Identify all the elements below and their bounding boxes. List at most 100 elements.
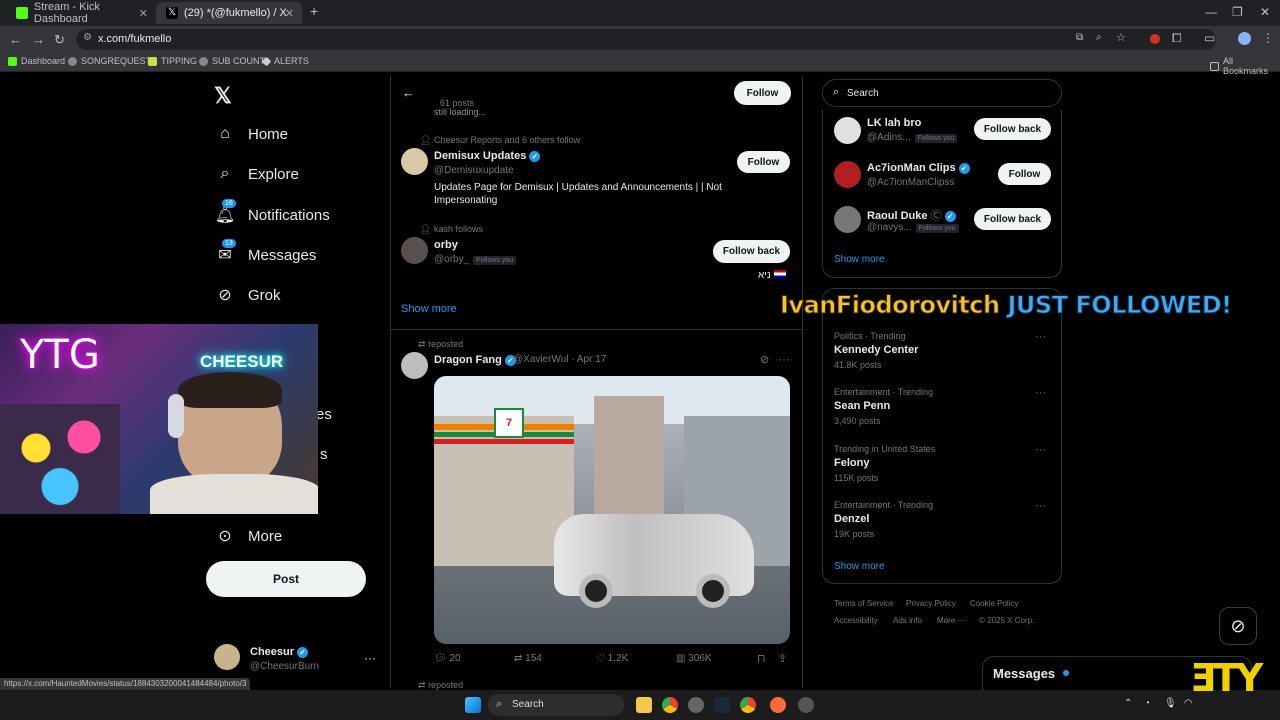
chrome-icon[interactable]	[740, 697, 756, 713]
user-name[interactable]: Ac7ionMan Clips ✓	[867, 162, 970, 174]
menu-icon[interactable]: ⋮	[1262, 31, 1274, 45]
trend-item[interactable]: Trending in United States Felony 115K post…	[834, 444, 1054, 483]
nav-partial-label[interactable]: s	[320, 446, 328, 463]
obs-icon[interactable]	[770, 697, 786, 713]
grok-icon[interactable]: ⊘	[760, 353, 769, 366]
extension-icon[interactable]	[1150, 34, 1160, 44]
profile-avatar[interactable]	[1238, 32, 1251, 45]
account-name[interactable]: Cheesur ✓	[250, 646, 309, 658]
post-button[interactable]: Post	[206, 561, 366, 597]
show-more-link[interactable]: Show more	[834, 254, 885, 265]
more-options-icon[interactable]: ···	[1035, 331, 1046, 343]
nav-explore[interactable]: ⌕ Explore	[214, 165, 299, 183]
avatar[interactable]	[401, 237, 428, 264]
chevron-up-icon[interactable]: ⌃	[1124, 698, 1132, 709]
user-name[interactable]: LK lah bro	[867, 117, 921, 129]
url-text[interactable]: x.com/fukmello	[98, 33, 171, 45]
bookmark-alerts[interactable]: ALERTS	[261, 56, 309, 66]
close-window-icon[interactable]: ✕	[1260, 5, 1270, 19]
all-bookmarks[interactable]: All Bookmarks	[1210, 56, 1280, 76]
nav-home[interactable]: ⌂ Home	[214, 125, 288, 143]
nav-grok[interactable]: ⊘ Grok	[214, 285, 280, 305]
close-icon[interactable]: ✕	[139, 7, 148, 20]
back-arrow-icon[interactable]: ←	[402, 85, 415, 100]
post-image[interactable]: 7	[434, 376, 790, 644]
install-icon[interactable]: ⧉	[1076, 32, 1083, 43]
footer-link[interactable]: Accessibility	[834, 616, 878, 625]
mic-icon[interactable]: 🎙︎	[1164, 698, 1177, 709]
more-options-icon[interactable]: ···	[1035, 387, 1046, 399]
footer-link[interactable]: Ads info	[893, 616, 922, 625]
tab-kick-dashboard[interactable]: Stream - Kick Dashboard ✕	[6, 1, 156, 25]
taskbar-search[interactable]: ⌕ Search	[488, 694, 624, 716]
grok-icon[interactable]: ⊘	[1219, 607, 1257, 645]
sidepanel-icon[interactable]: ▭	[1204, 31, 1215, 45]
star-icon[interactable]: ☆	[1116, 31, 1126, 44]
avatar[interactable]	[834, 161, 861, 188]
nav-notifications[interactable]: 🔔︎ 16 Notifications	[214, 199, 330, 225]
like-button[interactable]: ♡ 1.2K	[596, 653, 628, 664]
more-options-icon[interactable]: ···	[1035, 500, 1046, 512]
avatar[interactable]	[834, 206, 861, 233]
zoom-icon[interactable]: ⌕	[1096, 32, 1102, 43]
follow-back-button[interactable]: Follow back	[974, 208, 1051, 230]
repost-button[interactable]: ⇄ 154	[514, 653, 542, 664]
avatar[interactable]	[401, 352, 428, 379]
user-name[interactable]: Demisux Updates ✓	[434, 150, 541, 162]
reply-button[interactable]: 💬︎ 20	[434, 653, 461, 664]
author-name[interactable]: Dragon Fang ✓	[434, 354, 516, 366]
trend-item[interactable]: Politics · Trending Kennedy Center 41.8K p…	[834, 331, 1054, 370]
close-icon[interactable]: ✕	[285, 7, 294, 20]
avatar[interactable]	[401, 148, 428, 175]
search-input[interactable]: ⌕ Search	[822, 79, 1062, 107]
settings-icon[interactable]	[798, 697, 814, 713]
puzzle-icon[interactable]: ⧠	[1172, 31, 1182, 46]
network-icon[interactable]: ◔	[1144, 698, 1150, 709]
follow-back-button[interactable]: Follow back	[713, 240, 790, 263]
file-explorer-icon[interactable]	[636, 697, 652, 713]
bookmark-dashboard[interactable]: Dashboard	[8, 56, 65, 66]
more-options-icon[interactable]: ···	[1035, 444, 1046, 456]
minimize-icon[interactable]: —	[1205, 5, 1217, 19]
nav-more[interactable]: ⊙ More	[214, 526, 282, 546]
app-icon[interactable]	[688, 697, 704, 713]
tab-x-profile[interactable]: 𝕏 (29) *(@fukmello) / X ✕	[156, 2, 302, 24]
footer-more-link[interactable]: More ···	[937, 616, 965, 625]
views-button[interactable]: ▥ 306K	[676, 653, 712, 664]
follow-button[interactable]: Follow	[737, 151, 790, 173]
show-more-link[interactable]: Show more	[401, 303, 457, 315]
show-more-link[interactable]: Show more	[834, 561, 885, 572]
maximize-icon[interactable]: ❐	[1232, 5, 1243, 19]
follow-button[interactable]: Follow	[998, 163, 1051, 185]
follow-button[interactable]: Follow	[734, 81, 791, 105]
reload-icon[interactable]: ↻	[54, 32, 65, 48]
avatar[interactable]	[834, 117, 861, 144]
bookmark-sub-count[interactable]: SUB COUNT	[199, 56, 265, 66]
address-bar[interactable]: ⚙ x.com/fukmello ⧉ ⌕ ☆	[76, 29, 1216, 50]
new-tab-icon[interactable]: +	[310, 3, 318, 19]
x-logo-icon[interactable]: 𝕏	[214, 83, 232, 109]
windows-start-icon[interactable]	[465, 697, 481, 713]
bookmark-icon[interactable]: ⊓	[757, 652, 766, 665]
footer-link[interactable]: Cookie Policy	[970, 599, 1018, 608]
user-name[interactable]: orby	[434, 239, 458, 251]
steam-icon[interactable]	[714, 697, 730, 713]
trend-item[interactable]: Entertainment · Trending Denzel 19K posts ·…	[834, 500, 1054, 539]
bookmark-tipping[interactable]: TIPPING	[148, 56, 197, 66]
user-name[interactable]: Raoul Duke Ⓒ ✓	[867, 207, 956, 223]
account-menu-icon[interactable]: ···	[364, 651, 376, 665]
share-icon[interactable]: ⇪	[778, 652, 787, 665]
nav-partial-label[interactable]: es	[316, 406, 332, 423]
more-options-icon[interactable]: ···	[778, 352, 790, 366]
follow-back-button[interactable]: Follow back	[974, 118, 1051, 140]
trend-item[interactable]: Entertainment · Trending Sean Penn 3,490 p…	[834, 387, 1054, 426]
chrome-icon[interactable]	[662, 697, 678, 713]
avatar[interactable]	[214, 644, 240, 670]
bookmark-songrequests[interactable]: SONGREQUESTS	[68, 56, 157, 66]
forward-icon[interactable]: →	[32, 32, 45, 47]
footer-link[interactable]: Terms of Service	[834, 599, 894, 608]
footer-link[interactable]: Privacy Policy	[906, 599, 956, 608]
nav-messages[interactable]: ✉ 13 Messages	[214, 239, 316, 265]
back-icon[interactable]: ←	[9, 32, 22, 47]
site-info-icon[interactable]: ⚙	[83, 32, 92, 43]
